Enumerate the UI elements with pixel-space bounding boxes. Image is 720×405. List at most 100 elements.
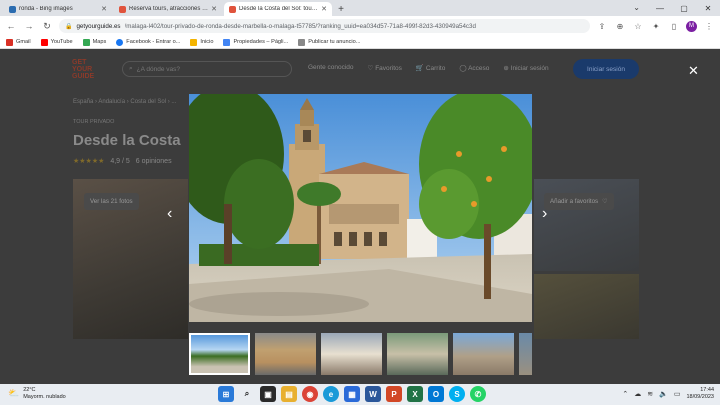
site-search-input[interactable]: ⌕ ¿A dónde vas? — [122, 61, 292, 77]
thumbnail[interactable] — [321, 333, 382, 375]
bookmark-facebook[interactable]: Facebook - Entrar o... — [116, 38, 180, 46]
bookmark-star-icon[interactable]: ☆ — [632, 22, 644, 31]
thumbnail[interactable] — [189, 333, 250, 375]
wifi-icon[interactable]: ≋ — [647, 390, 653, 398]
start-icon[interactable]: ⊞ — [218, 386, 234, 402]
rating: ★★★★★ 4,9 / 5 6 opiniones — [73, 157, 172, 165]
nav-label: Acceso — [468, 65, 490, 72]
nav-label: Favoritos — [375, 65, 402, 72]
thumbnail[interactable] — [519, 333, 532, 375]
outlook-icon[interactable]: O — [428, 386, 444, 402]
bookmark-label: YouTube — [50, 39, 73, 45]
powerpoint-icon[interactable]: P — [386, 386, 402, 402]
bing-favicon-icon — [9, 5, 16, 13]
logo-line: YOUR — [72, 66, 93, 73]
thumbnail[interactable] — [453, 333, 514, 375]
weather-widget[interactable]: ⛅ 22°C Mayorm. nublado — [8, 387, 66, 400]
see-all-photos-button[interactable]: Ver las 21 fotos — [84, 193, 139, 210]
whatsapp-icon[interactable]: ✆ — [470, 386, 486, 402]
page-kicker: TOUR PRIVADO — [73, 119, 115, 125]
logo-line: GET — [72, 59, 87, 66]
zoom-icon[interactable]: ⊕ — [614, 22, 626, 31]
bookmark-publicar[interactable]: Publicar tu anuncio... — [298, 38, 360, 46]
publicar-icon — [298, 38, 306, 46]
stars-icon: ★★★★★ — [73, 158, 105, 165]
edge-icon[interactable]: e — [323, 386, 339, 402]
cloud-icon[interactable]: ☁ — [634, 390, 641, 398]
close-window-icon[interactable]: ✕ — [696, 0, 720, 16]
clock-date: 18/09/2023 — [686, 394, 714, 400]
close-tab-icon[interactable]: ✕ — [321, 5, 327, 13]
url-field[interactable]: 🔒 getyourguide.es/malaga-l402/tour-priva… — [59, 19, 590, 33]
add-to-favorites-button[interactable]: Añadir a favoritos ♡ — [544, 193, 614, 210]
store-icon[interactable]: ▦ — [344, 386, 360, 402]
gallery-side-image — [534, 274, 639, 339]
close-lightbox-icon[interactable]: ✕ — [688, 63, 699, 79]
gyg-favicon-icon — [119, 5, 126, 13]
lock-icon[interactable]: 🔒 — [65, 23, 72, 30]
tab-bing[interactable]: ronda - Bing images ✕ — [4, 2, 112, 16]
tab-search-icon[interactable]: ⌄ — [633, 3, 640, 12]
screen: ronda - Bing images ✕ Reserva tours, atr… — [0, 0, 720, 405]
bookmark-inicio[interactable]: Inicio — [190, 38, 214, 46]
tab-reserva[interactable]: Reserva tours, atracciones y activ... ✕ — [114, 2, 222, 16]
bookmark-gmail[interactable]: Gmail — [6, 38, 31, 46]
nav-cart[interactable]: 🛒 Carrito — [416, 64, 445, 72]
back-icon[interactable]: ← — [5, 21, 17, 31]
maximize-icon[interactable]: ▢ — [672, 0, 696, 16]
taskbar: ⛅ 22°C Mayorm. nublado ⊞ ⌕ ▣ ▤ ◉ e ▦ W P… — [0, 384, 720, 405]
thumbnail[interactable] — [255, 333, 316, 375]
facebook-icon — [116, 38, 124, 46]
chrome-icon[interactable]: ◉ — [302, 386, 318, 402]
nav-item[interactable]: Gente conocido — [308, 64, 354, 72]
close-tab-icon[interactable]: ✕ — [101, 5, 107, 13]
search-placeholder: ¿A dónde vas? — [136, 65, 181, 73]
propiedades-icon — [223, 38, 231, 46]
globe-icon: ⊕ — [503, 65, 509, 72]
new-tab-button[interactable]: + — [334, 2, 348, 16]
logo-line: GUIDE — [72, 73, 95, 80]
clock[interactable]: 17:44 18/09/2023 — [686, 387, 714, 401]
bookmark-label: Maps — [92, 39, 107, 45]
nav-label: Carrito — [425, 65, 446, 72]
bookmark-youtube[interactable]: YouTube — [40, 38, 73, 46]
reviews-link[interactable]: 6 opiniones — [136, 158, 172, 165]
battery-icon[interactable]: ▭ — [674, 390, 681, 398]
prev-image-arrow-icon[interactable]: ‹ — [167, 205, 172, 223]
word-icon[interactable]: W — [365, 386, 381, 402]
bookmark-propiedades[interactable]: Propiedades – Págli... — [223, 38, 288, 46]
chevron-up-icon[interactable]: ⌃ — [622, 390, 628, 398]
close-tab-icon[interactable]: ✕ — [211, 5, 217, 13]
tab-title: Desde la Costa del Sol: tour priv... — [239, 6, 318, 12]
skype-icon[interactable]: S — [449, 386, 465, 402]
bookmark-label: Inicio — [200, 39, 214, 45]
file-explorer-icon[interactable]: ▤ — [281, 386, 297, 402]
gyg-logo[interactable]: GET YOUR GUIDE — [72, 59, 100, 81]
taskbar-apps: ⊞ ⌕ ▣ ▤ ◉ e ▦ W P X O S ✆ — [218, 386, 486, 402]
volume-icon[interactable]: 🔈 — [659, 390, 668, 398]
profile-avatar[interactable]: M — [686, 20, 697, 32]
reload-icon[interactable]: ↻ — [41, 21, 53, 32]
system-tray: ⌃ ☁ ≋ 🔈 ▭ 17:44 18/09/2023 — [622, 387, 714, 401]
menu-icon[interactable]: ⋮ — [703, 22, 715, 31]
sidepanel-icon[interactable]: ▯ — [668, 22, 680, 31]
nav-favorites[interactable]: ♡ Favoritos — [368, 64, 402, 72]
thumbnail[interactable] — [387, 333, 448, 375]
youtube-icon — [40, 38, 48, 46]
minimize-icon[interactable]: — — [648, 0, 672, 16]
task-view-icon[interactable]: ▣ — [260, 386, 276, 402]
extensions-icon[interactable]: ✦ — [650, 22, 662, 31]
tab-title: ronda - Bing images — [19, 6, 73, 12]
excel-icon[interactable]: X — [407, 386, 423, 402]
bookmark-maps[interactable]: Maps — [82, 38, 107, 46]
nav-access[interactable]: ◯ Acceso — [459, 64, 489, 72]
nav-language[interactable]: ⊕ Iniciar sesión — [503, 64, 548, 72]
search-icon[interactable]: ⌕ — [239, 386, 255, 402]
nav-label: Iniciar sesión — [510, 65, 549, 72]
forward-icon[interactable]: → — [23, 21, 35, 31]
next-image-arrow-icon[interactable]: › — [542, 205, 547, 223]
clock-time: 17:44 — [700, 387, 714, 393]
tab-desde-costa[interactable]: Desde la Costa del Sol: tour priv... ✕ — [224, 2, 332, 16]
login-button[interactable]: Iniciar sesión — [573, 59, 639, 79]
share-icon[interactable]: ⇪ — [596, 22, 608, 31]
